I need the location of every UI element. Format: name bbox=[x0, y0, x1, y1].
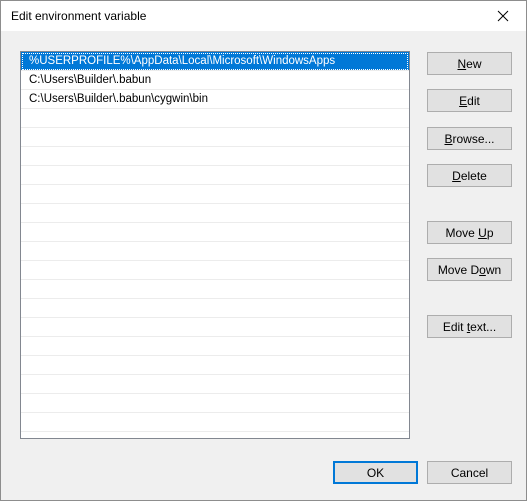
path-list-empty-row[interactable] bbox=[21, 337, 409, 356]
path-list-empty-row[interactable] bbox=[21, 261, 409, 280]
delete-button-label: Delete bbox=[452, 168, 487, 183]
path-list-empty-row[interactable] bbox=[21, 375, 409, 394]
new-button-label: New bbox=[457, 56, 482, 71]
close-icon bbox=[497, 10, 509, 22]
path-list-item[interactable]: %USERPROFILE%\AppData\Local\Microsoft\Wi… bbox=[21, 52, 409, 71]
path-list-empty-row[interactable] bbox=[21, 166, 409, 185]
move-up-button-label: Move Up bbox=[445, 225, 494, 240]
path-list-empty-row[interactable] bbox=[21, 185, 409, 204]
cancel-button[interactable]: Cancel bbox=[427, 461, 512, 484]
ok-button[interactable]: OK bbox=[333, 461, 418, 484]
edit-environment-variable-dialog: Edit environment variable %USERPROFILE%\… bbox=[0, 0, 527, 501]
path-list-empty-row[interactable] bbox=[21, 299, 409, 318]
cancel-button-label: Cancel bbox=[450, 465, 489, 480]
path-list-empty-row[interactable] bbox=[21, 128, 409, 147]
path-list-item[interactable]: C:\Users\Builder\.babun bbox=[21, 71, 409, 90]
path-list-empty-row[interactable] bbox=[21, 318, 409, 337]
path-list-empty-row[interactable] bbox=[21, 147, 409, 166]
path-list-item[interactable]: C:\Users\Builder\.babun\cygwin\bin bbox=[21, 90, 409, 109]
path-list-empty-row[interactable] bbox=[21, 280, 409, 299]
edit-text-button-label: Edit text... bbox=[442, 319, 497, 334]
move-down-button[interactable]: Move Down bbox=[427, 258, 512, 281]
path-list-empty-row[interactable] bbox=[21, 413, 409, 432]
path-list-empty-row[interactable] bbox=[21, 204, 409, 223]
path-list-empty-row[interactable] bbox=[21, 242, 409, 261]
path-list-empty-row[interactable] bbox=[21, 394, 409, 413]
delete-button[interactable]: Delete bbox=[427, 164, 512, 187]
edit-text-button[interactable]: Edit text... bbox=[427, 315, 512, 338]
move-up-button[interactable]: Move Up bbox=[427, 221, 512, 244]
path-list[interactable]: %USERPROFILE%\AppData\Local\Microsoft\Wi… bbox=[20, 51, 410, 439]
ok-button-label: OK bbox=[366, 465, 385, 480]
path-list-empty-row[interactable] bbox=[21, 356, 409, 375]
browse-button-label: Browse... bbox=[444, 131, 495, 146]
edit-button-label: Edit bbox=[459, 93, 480, 108]
path-list-empty-row[interactable] bbox=[21, 109, 409, 128]
edit-button[interactable]: Edit bbox=[427, 89, 512, 112]
move-down-button-label: Move Down bbox=[437, 262, 502, 277]
new-button[interactable]: New bbox=[427, 52, 512, 75]
browse-button[interactable]: Browse... bbox=[427, 127, 512, 150]
title-bar: Edit environment variable bbox=[1, 1, 526, 31]
window-title: Edit environment variable bbox=[11, 9, 147, 23]
close-button[interactable] bbox=[480, 1, 526, 31]
path-list-empty-row[interactable] bbox=[21, 223, 409, 242]
